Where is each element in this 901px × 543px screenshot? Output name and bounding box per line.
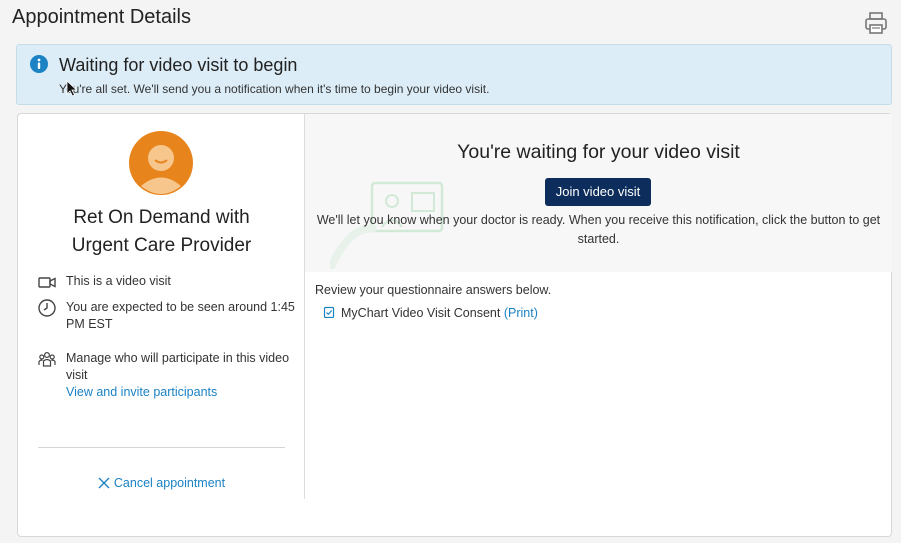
- waiting-title: You're waiting for your video visit: [457, 141, 740, 163]
- expected-time-text: You are expected to be seen around 1:45 …: [66, 300, 295, 331]
- provider-panel: Ret On Demand with Urgent Care Provider …: [18, 114, 305, 499]
- appointment-details-page: Appointment Details Waiting for video vi…: [0, 0, 901, 543]
- join-video-visit-button[interactable]: Join video visit: [545, 178, 651, 206]
- close-icon: [98, 477, 110, 489]
- clock-icon: [38, 299, 56, 317]
- divider: [38, 447, 285, 448]
- provider-name: Ret On Demand with Urgent Care Provider: [18, 204, 305, 260]
- consent-name: MyChart Video Visit Consent: [341, 306, 501, 320]
- cancel-appointment-button[interactable]: Cancel appointment: [18, 476, 305, 490]
- page-title: Appointment Details: [12, 6, 191, 28]
- status-banner: Waiting for video visit to begin You're …: [16, 44, 892, 105]
- view-invite-participants-link[interactable]: View and invite participants: [66, 385, 217, 399]
- waiting-description: We'll let you know when your doctor is r…: [316, 213, 881, 246]
- participants-icon: [38, 350, 56, 368]
- manage-participants-text: Manage who will participate in this vide…: [66, 351, 290, 382]
- banner-subtitle: You're all set. We'll send you a notific…: [59, 82, 490, 96]
- avatar: [129, 131, 193, 195]
- waiting-area: You're waiting for your video visit Join…: [305, 114, 892, 272]
- appointment-card: Ret On Demand with Urgent Care Provider …: [17, 113, 892, 537]
- provider-name-line2: Urgent Care Provider: [71, 235, 252, 256]
- info-icon: [30, 55, 48, 73]
- banner-title: Waiting for video visit to begin: [59, 55, 298, 75]
- cancel-appointment-label: Cancel appointment: [113, 476, 226, 490]
- video-camera-icon: [38, 273, 56, 291]
- video-visit-panel: You're waiting for your video visit Join…: [305, 114, 892, 536]
- printer-icon[interactable]: [862, 10, 890, 36]
- mouse-cursor-icon: [66, 80, 78, 97]
- provider-name-line1: Ret On Demand with: [73, 207, 250, 228]
- video-visit-text: This is a video visit: [66, 274, 171, 288]
- clipboard-check-icon: [323, 306, 335, 319]
- questionnaire-review-text: Review your questionnaire answers below.: [315, 283, 552, 297]
- participants-text-block: Manage who will participate in this vide…: [66, 350, 300, 401]
- consent-item: MyChart Video Visit Consent (Print): [323, 306, 538, 320]
- print-consent-link[interactable]: (Print): [504, 306, 538, 320]
